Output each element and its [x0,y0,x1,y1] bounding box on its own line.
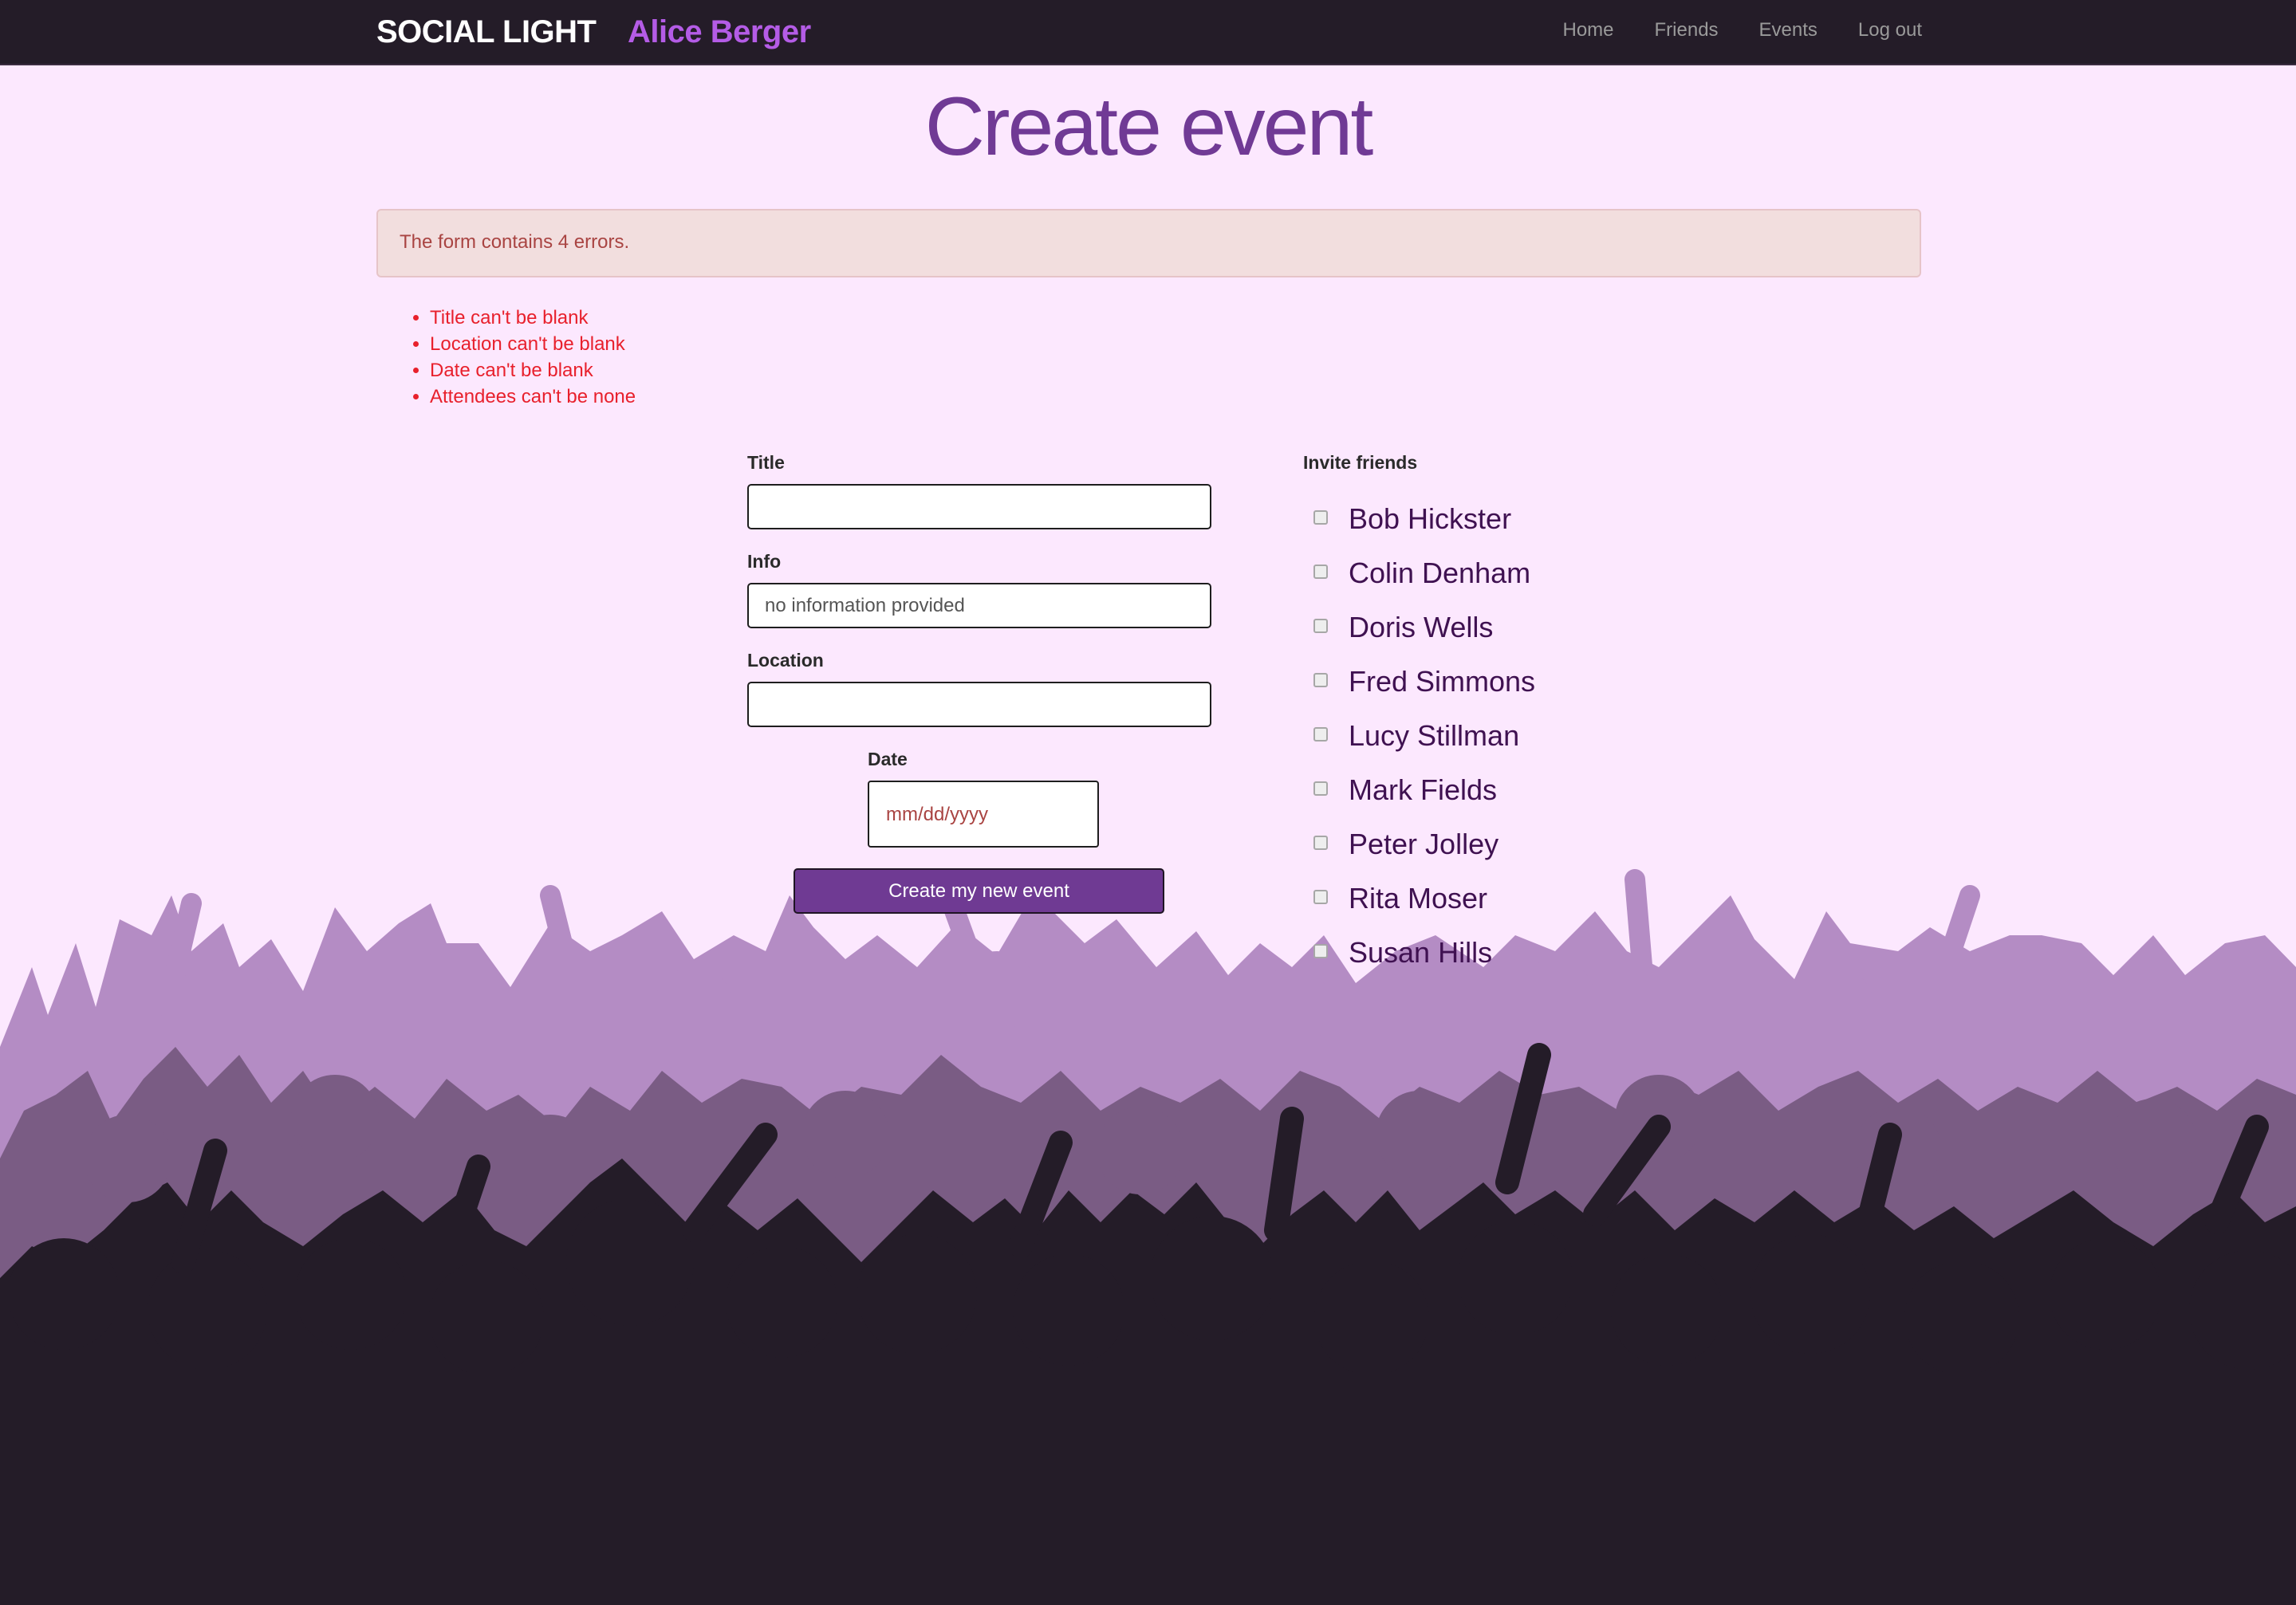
friend-item: Doris Wells [1313,600,1535,655]
friend-checkbox[interactable] [1313,619,1328,633]
friend-item: Lucy Stillman [1313,709,1535,763]
title-input[interactable] [747,484,1211,529]
friend-checkbox[interactable] [1313,565,1328,579]
info-label: Info [747,551,782,572]
friend-checkbox[interactable] [1313,673,1328,687]
friend-checkbox[interactable] [1313,890,1328,904]
page-title: Create event [924,81,1373,173]
nav-friends-link[interactable]: Friends [1655,19,1719,41]
error-summary-alert: The form contains 4 errors. [376,209,1921,277]
friend-checkbox[interactable] [1313,781,1328,796]
friend-name[interactable]: Rita Moser [1349,882,1487,915]
friend-name[interactable]: Susan Hills [1349,936,1492,970]
nav-logout-link[interactable]: Log out [1858,19,1922,41]
friend-checkbox[interactable] [1313,944,1328,958]
friend-name[interactable]: Fred Simmons [1349,665,1535,698]
friend-checkbox[interactable] [1313,510,1328,525]
friend-item: Peter Jolley [1313,817,1535,871]
friend-name[interactable]: Peter Jolley [1349,828,1499,861]
friend-checkbox[interactable] [1313,836,1328,850]
top-navbar: SOCIAL LIGHT Alice Berger Home Friends E… [0,0,2296,65]
location-label: Location [747,650,824,671]
friend-name[interactable]: Mark Fields [1349,773,1497,807]
error-item: Title can't be blank [430,305,636,331]
friend-name[interactable]: Doris Wells [1349,611,1493,644]
friend-name[interactable]: Colin Denham [1349,557,1530,590]
nav-home-link[interactable]: Home [1562,19,1613,41]
friends-checkbox-list: Bob Hickster Colin Denham Doris Wells Fr… [1313,492,1535,980]
friend-name[interactable]: Lucy Stillman [1349,719,1519,753]
current-user-name: Alice Berger [628,14,811,49]
main-nav: Home Friends Events Log out [1562,19,1922,41]
friend-item: Fred Simmons [1313,655,1535,709]
friend-item: Colin Denham [1313,546,1535,600]
error-item: Attendees can't be none [430,384,636,410]
create-event-button[interactable]: Create my new event [794,868,1164,914]
friend-item: Rita Moser [1313,871,1535,926]
brand-logo-link[interactable]: SOCIAL LIGHT [376,14,597,50]
friend-item: Susan Hills [1313,926,1535,980]
error-list: Title can't be blank Location can't be b… [410,305,636,410]
friend-item: Mark Fields [1313,763,1535,817]
location-input[interactable] [747,682,1211,727]
friend-item: Bob Hickster [1313,492,1535,546]
friend-checkbox[interactable] [1313,727,1328,742]
error-item: Date can't be blank [430,357,636,384]
date-input[interactable]: mm/dd/yyyy [868,781,1099,848]
error-item: Location can't be blank [430,331,636,357]
info-input[interactable] [747,583,1211,628]
date-label: Date [868,749,908,769]
crowd-silhouette-background [0,869,2296,1605]
invite-friends-label: Invite friends [1303,452,1418,473]
nav-events-link[interactable]: Events [1759,19,1818,41]
title-label: Title [747,452,785,473]
friend-name[interactable]: Bob Hickster [1349,502,1511,536]
